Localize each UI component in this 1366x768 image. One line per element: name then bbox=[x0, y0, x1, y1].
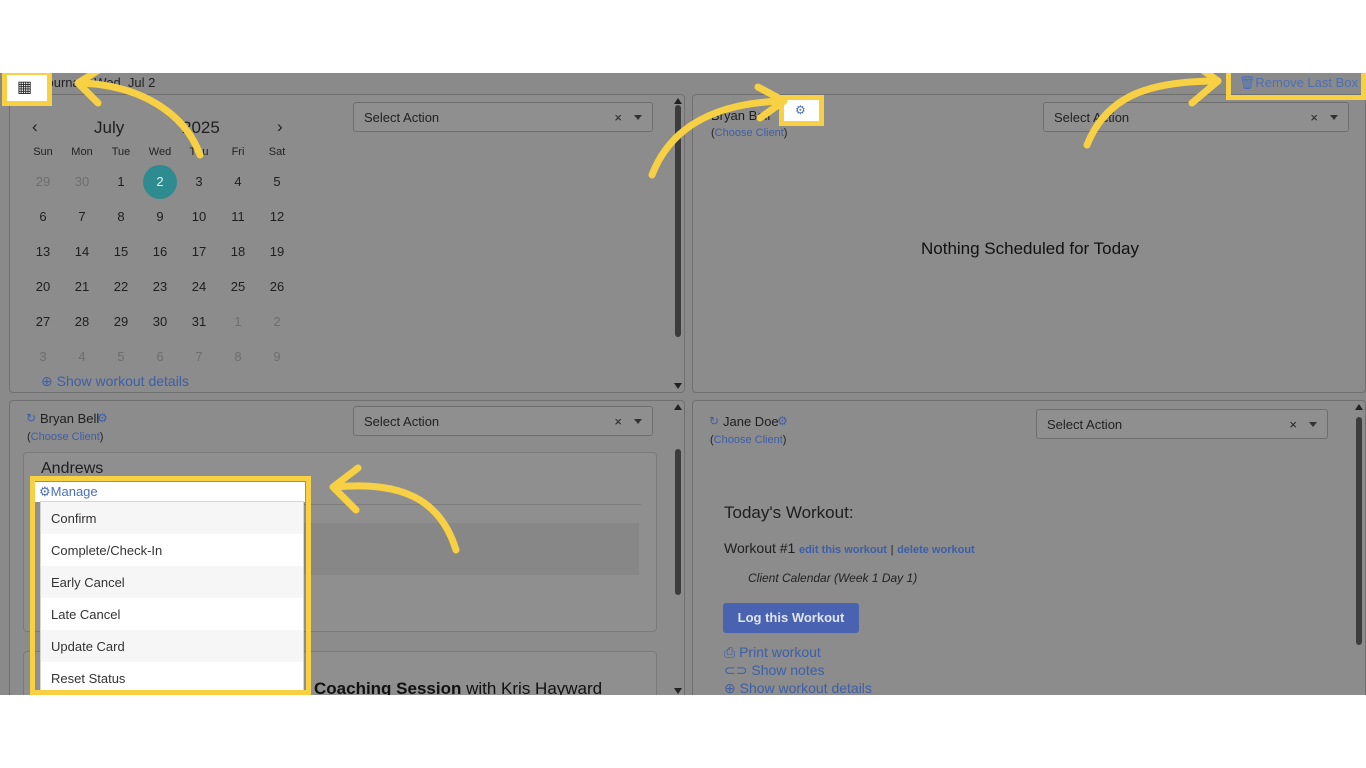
tutorial-arrows bbox=[74, 73, 1222, 554]
arrow-to-calendar bbox=[76, 79, 204, 159]
app-canvas: Journal - Wed, Jul 2 🗑Remove Last Box Se… bbox=[0, 73, 1366, 695]
arrow-head-remove bbox=[1188, 73, 1222, 107]
arrow-to-remove bbox=[1083, 77, 1222, 149]
arrow-head-calendar bbox=[74, 73, 102, 107]
arrow-to-menu bbox=[331, 482, 460, 554]
